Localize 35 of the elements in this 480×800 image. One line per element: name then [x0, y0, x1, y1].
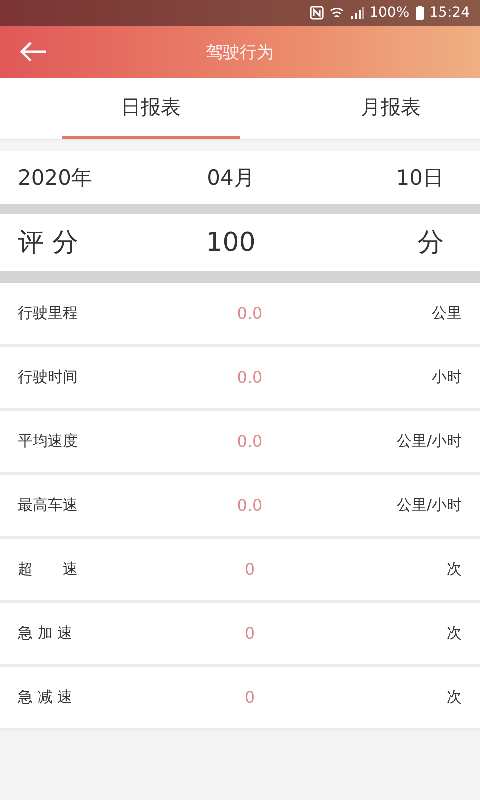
signal-icon: [350, 7, 364, 19]
stat-value: 0: [244, 624, 256, 643]
stat-label: 最高车速: [18, 496, 79, 515]
day-picker[interactable]: 10日: [302, 164, 444, 192]
stat-unit: 公里/小时: [396, 432, 462, 451]
battery-percent: 100%: [370, 5, 410, 21]
stat-unit: 次: [446, 624, 462, 643]
stat-unit: 小时: [431, 368, 462, 387]
wifi-icon: [330, 6, 344, 20]
score-label: 评 分: [18, 227, 80, 260]
stat-unit: 公里: [431, 304, 462, 323]
back-arrow-icon: [19, 41, 47, 63]
year-picker[interactable]: 2020年: [18, 164, 160, 192]
stat-label: 平均速度: [18, 432, 79, 451]
battery-icon: [416, 6, 424, 20]
score-unit: 分: [417, 227, 444, 260]
stat-value: 0: [244, 560, 256, 579]
score-value: 100: [205, 228, 257, 258]
stat-unit: 次: [446, 688, 462, 707]
stat-value: 0.0: [236, 496, 264, 515]
clock: 15:24: [430, 5, 470, 21]
stat-label: 行驶时间: [18, 368, 79, 387]
stat-value: 0.0: [236, 432, 264, 451]
stat-unit: 次: [446, 560, 462, 579]
stat-value: 0.0: [236, 368, 264, 387]
stat-label: 急 减 速: [18, 688, 74, 707]
stat-unit: 公里/小时: [396, 496, 462, 515]
stat-label: 行驶里程: [18, 304, 79, 323]
page-title: 驾驶行为: [206, 42, 274, 64]
nfc-icon: [310, 6, 324, 20]
month-picker[interactable]: 04月: [160, 164, 302, 192]
stat-label: 超 速: [18, 560, 79, 579]
stat-value: 0.0: [236, 304, 264, 323]
stat-label: 急 加 速: [18, 624, 74, 643]
stat-value: 0: [244, 688, 256, 707]
